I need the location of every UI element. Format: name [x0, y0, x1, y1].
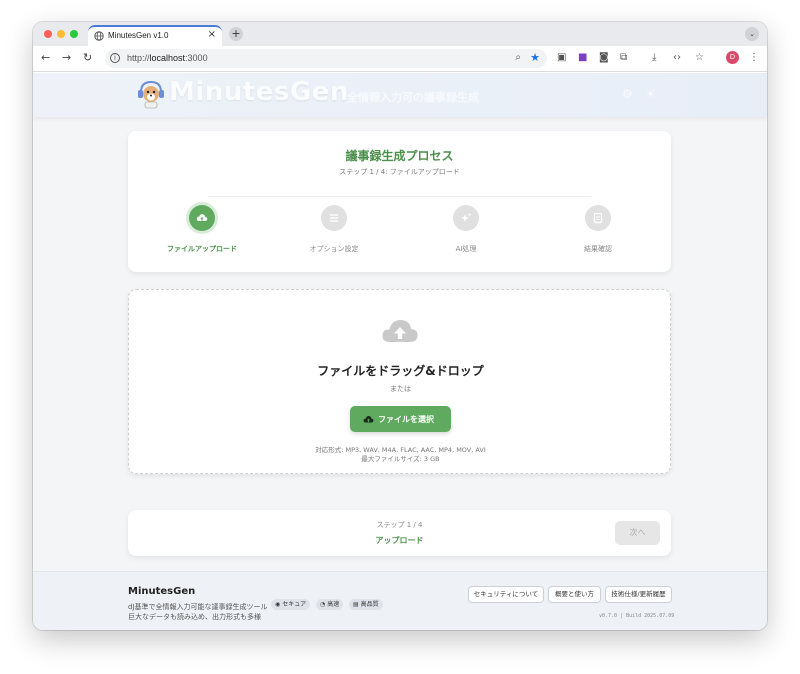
favorites-icon[interactable]: ☆ [695, 52, 704, 63]
new-tab-button[interactable]: + [229, 27, 243, 41]
document-icon [593, 212, 603, 224]
maximize-window-button[interactable] [70, 30, 78, 38]
security-link[interactable]: セキュリティについて [468, 586, 544, 603]
quality-icon: ▤ [353, 601, 359, 608]
tab-title: MinutesGen v1.0 [108, 31, 169, 40]
footer-brand: MinutesGen [128, 586, 196, 597]
sliders-icon [330, 214, 338, 222]
process-card: 議事録生成プロセス ステップ 1 / 4: ファイルアップロード ファイルアップ… [128, 131, 671, 272]
menu-icon[interactable]: ⋮ [749, 52, 759, 63]
process-subtitle: ステップ 1 / 4: ファイルアップロード [339, 168, 460, 176]
profile-avatar[interactable]: D [726, 51, 739, 64]
browser-tab[interactable]: MinutesGen v1.0 × [88, 25, 222, 46]
browser-window: MinutesGen v1.0 × + ⌄ ← → ↻ i http://loc… [33, 22, 767, 630]
step-label-ai: AI処理 [455, 245, 477, 253]
nav-step-indicator: ステップ 1 / 4 [376, 521, 423, 529]
settings-icon[interactable]: ⚙ [622, 87, 633, 101]
app-header: MinutesGen 全情報入力可の議事録生成 ⚙ ☀ [33, 73, 767, 117]
app-footer: MinutesGen dJ基準で全情報入力可能な議事録生成ツール 巨大なデータも… [33, 571, 767, 630]
drop-zone-title: ファイルをドラッグ&ドロップ [317, 364, 484, 378]
cloud-upload-icon [363, 415, 374, 423]
max-file-size: 最大ファイルサイズ: 3 GB [361, 455, 440, 463]
app-title: MinutesGen [169, 77, 349, 107]
extensions-icon[interactable]: ⧉ [620, 52, 627, 63]
back-button[interactable]: ← [41, 51, 50, 64]
browser-toolbar: ← → ↻ i http://localhost:3000 ⌕ ★ ▣ ■ ◙ … [33, 46, 767, 72]
footer-description-1: dJ基準で全情報入力可能な議事録生成ツール [128, 603, 268, 611]
step-label-result: 結果確認 [584, 245, 612, 253]
cast-icon[interactable]: ▣ [557, 52, 566, 63]
cloud-upload-icon [382, 320, 418, 342]
select-file-label: ファイルを選択 [378, 415, 434, 424]
globe-icon: ◉ [275, 601, 281, 608]
theme-toggle-icon[interactable]: ☀ [645, 87, 656, 101]
version-text: v0.7.0 | Build 2025.07.09 [599, 613, 675, 619]
step-4-indicator [585, 205, 611, 231]
globe-icon [94, 31, 104, 41]
overview-link[interactable]: 概要と使い方 [548, 586, 601, 603]
tech-spec-link[interactable]: 技術仕様/更新履歴 [605, 586, 672, 603]
close-window-button[interactable] [44, 30, 52, 38]
badge-fast: ◔ 高速 [316, 599, 344, 610]
mascot-logo [138, 80, 164, 109]
step-label-options: オプション設定 [309, 245, 359, 253]
cloud-upload-icon [196, 214, 208, 221]
page-viewport: MinutesGen 全情報入力可の議事録生成 ⚙ ☀ 議事録生成プロセス ステ… [33, 73, 767, 630]
next-button[interactable]: 次へ [615, 521, 660, 545]
minimize-window-button[interactable] [57, 30, 65, 38]
tab-bar: MinutesGen v1.0 × + ⌄ [33, 22, 767, 46]
step-navigation: ステップ 1 / 4 アップロード 次へ [128, 510, 671, 556]
drop-zone-or: または [390, 385, 411, 393]
camera-icon[interactable]: ◙ [599, 52, 609, 63]
step-3-indicator [453, 205, 479, 231]
download-icon[interactable]: ⤓ [652, 52, 656, 63]
code-icon[interactable]: ‹› [673, 52, 681, 63]
step-1-indicator [189, 205, 215, 231]
step-divider [208, 196, 591, 197]
address-bar[interactable]: i http://localhost:3000 ⌕ ★ [105, 49, 547, 68]
sparkle-icon [461, 213, 472, 222]
info-icon[interactable]: i [110, 53, 120, 63]
url-text[interactable]: http://localhost:3000 [127, 53, 208, 63]
speed-icon: ◔ [320, 601, 326, 608]
bookmark-star-icon[interactable]: ★ [530, 51, 540, 64]
select-file-button[interactable]: ファイルを選択 [350, 406, 451, 432]
tab-search-button[interactable]: ⌄ [745, 27, 759, 41]
step-label-upload: ファイルアップロード [167, 245, 237, 253]
zoom-icon[interactable]: ⌕ [515, 52, 521, 63]
reload-button[interactable]: ↻ [83, 51, 92, 64]
onenote-icon[interactable]: ■ [578, 52, 587, 63]
close-icon[interactable]: × [208, 29, 216, 40]
badge-quality: ▤ 高品質 [349, 599, 383, 610]
badge-secure: ◉ セキュア [271, 599, 311, 610]
nav-stage-label: アップロード [375, 536, 424, 545]
step-2-indicator [321, 205, 347, 231]
app-subtitle: 全情報入力可の議事録生成 [347, 91, 479, 104]
process-title: 議事録生成プロセス [345, 149, 454, 163]
footer-description-2: 巨大なデータも読み込め、出力形式も多様 [128, 613, 261, 621]
file-drop-zone[interactable]: ファイルをドラッグ&ドロップ または ファイルを選択 対応形式: MP3, WA… [128, 289, 671, 474]
forward-button[interactable]: → [62, 51, 71, 64]
